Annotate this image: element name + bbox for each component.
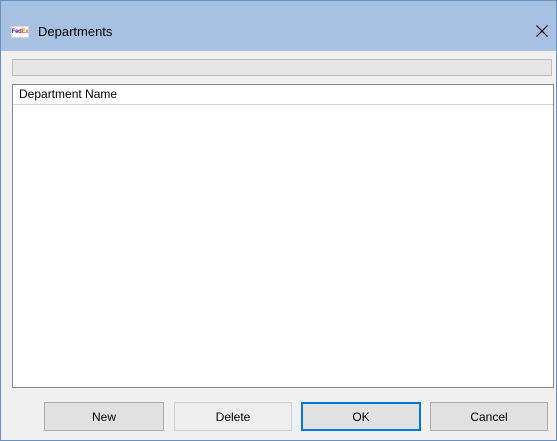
list-header: Department Name — [13, 85, 553, 105]
app-icon-text-fed: Fed — [11, 29, 22, 35]
ok-button[interactable]: OK — [301, 402, 421, 431]
departments-list[interactable]: Department Name — [12, 84, 554, 388]
progress-bar — [12, 59, 552, 76]
fedex-app-icon: Fed Ex — [11, 26, 29, 38]
departments-dialog: Fed Ex Departments Department Name New De… — [0, 0, 557, 441]
title-bar[interactable]: Fed Ex Departments — [1, 1, 556, 51]
window-title: Departments — [38, 24, 113, 39]
delete-button[interactable]: Delete — [174, 402, 292, 431]
close-button[interactable] — [529, 18, 555, 44]
close-icon — [536, 25, 548, 37]
cancel-button[interactable]: Cancel — [430, 402, 548, 431]
column-header-department-name[interactable]: Department Name — [13, 85, 553, 104]
list-body[interactable] — [13, 105, 553, 387]
new-button[interactable]: New — [44, 402, 164, 431]
app-icon-text-ex: Ex — [21, 29, 29, 35]
